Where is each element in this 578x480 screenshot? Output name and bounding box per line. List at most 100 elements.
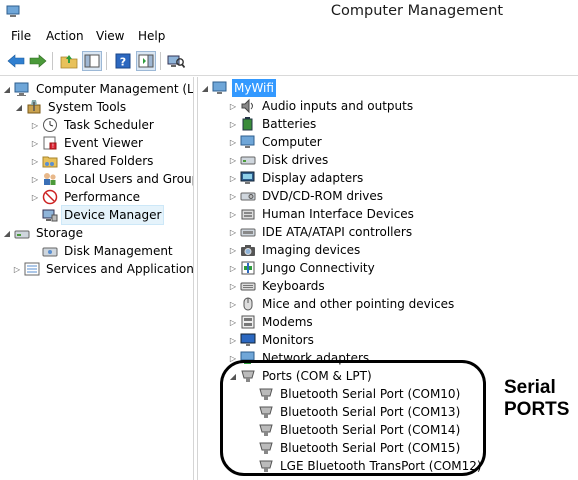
hid-icon [240,206,256,222]
device-category-batteries[interactable]: ▷ Batteries [228,115,318,133]
help-icon[interactable]: ? [113,51,133,71]
device-category-imaging[interactable]: ▷ Imaging devices [228,241,362,259]
device-category-ports[interactable]: ◢ Ports (COM & LPT) [228,367,374,385]
expand-arrow-icon[interactable]: ▷ [228,313,238,331]
device-port-com14[interactable]: Bluetooth Serial Port (COM14) [246,421,462,439]
device-category-computer[interactable]: ▷ Computer [228,133,324,151]
device-tree-root-mywifi[interactable]: ◢ MyWifi [200,79,276,97]
tree-label: Bluetooth Serial Port (COM15) [280,441,461,455]
expand-arrow-icon[interactable]: ▷ [228,223,238,241]
expand-arrow-icon[interactable]: ▷ [228,259,238,277]
device-category-ide-ata[interactable]: ▷ IDE ATA/ATAPI controllers [228,223,414,241]
collapse-arrow-icon[interactable]: ◢ [200,79,210,97]
network-adapter-icon [240,350,256,366]
menu-action[interactable]: Action [46,29,84,43]
device-port-com10[interactable]: Bluetooth Serial Port (COM10) [246,385,462,403]
menu-bar: File Action View Help [0,26,578,46]
menu-file[interactable]: File [11,29,31,43]
expand-arrow-icon[interactable]: ▷ [228,133,238,151]
collapse-arrow-icon[interactable]: ◢ [228,367,238,385]
port-connector-icon [240,368,256,384]
expand-arrow-icon[interactable]: ▷ [228,97,238,115]
event-viewer-icon: ! [42,135,58,151]
tree-label: Audio inputs and outputs [262,99,414,113]
tree-label: Bluetooth Serial Port (COM14) [280,423,461,437]
tree-item-disk-management[interactable]: Disk Management [30,242,175,260]
expand-arrow-icon[interactable]: ▷ [228,115,238,133]
expand-arrow-icon[interactable]: ▷ [228,151,238,169]
expand-arrow-icon[interactable]: ▷ [12,260,22,278]
tree-label: Keyboards [262,279,325,293]
menu-help[interactable]: Help [138,29,165,43]
jungo-connectivity-icon [240,260,256,276]
tree-item-performance[interactable]: ▷ Performance [30,188,142,206]
computer-icon [240,134,256,150]
up-folder-icon[interactable] [59,51,79,71]
device-category-audio[interactable]: ▷ Audio inputs and outputs [228,97,415,115]
expand-arrow-icon[interactable]: ▷ [228,241,238,259]
tree-label: Network adapters [262,351,370,365]
tree-root-computer-management[interactable]: ◢ Computer Management (Local [2,80,193,98]
collapse-arrow-icon[interactable]: ◢ [2,80,12,98]
tree-item-services-applications[interactable]: ▷ Services and Applications [12,260,193,278]
device-category-display-adapters[interactable]: ▷ Display adapters [228,169,365,187]
tree-label: MyWifi [232,79,276,97]
tree-item-device-manager[interactable]: Device Manager [30,205,165,225]
device-category-mice[interactable]: ▷ Mice and other pointing devices [228,295,456,313]
expand-arrow-icon[interactable]: ▷ [30,170,40,188]
back-arrow-icon[interactable] [6,51,26,71]
expand-arrow-icon[interactable]: ▷ [228,277,238,295]
tree-item-event-viewer[interactable]: ▷ ! Event Viewer [30,134,145,152]
tree-label: Disk drives [262,153,329,167]
expand-arrow-icon[interactable]: ▷ [30,188,40,206]
tree-item-local-users-groups[interactable]: ▷ Local Users and Groups [30,170,193,188]
expand-arrow-icon[interactable]: ▷ [30,152,40,170]
tree-item-system-tools[interactable]: ◢ System Tools [14,98,128,116]
performance-icon [42,189,58,205]
forward-arrow-icon[interactable] [28,51,48,71]
expand-arrow-icon[interactable]: ▷ [30,134,40,152]
expand-arrow-icon[interactable]: ▷ [30,116,40,134]
expand-arrow-icon[interactable]: ▷ [228,187,238,205]
scan-hardware-icon[interactable] [166,51,186,71]
show-hide-tree-icon[interactable] [82,51,102,71]
tree-label: Bluetooth Serial Port (COM13) [280,405,461,419]
tree-label: IDE ATA/ATAPI controllers [262,225,413,239]
device-category-keyboards[interactable]: ▷ Keyboards [228,277,327,295]
tree-item-shared-folders[interactable]: ▷ Shared Folders [30,152,155,170]
device-category-modems[interactable]: ▷ Modems [228,313,315,331]
expand-arrow-icon[interactable]: ▷ [228,349,238,367]
tree-label: Display adapters [262,171,364,185]
annotation-line-2: PORTS [504,399,570,420]
expand-arrow-icon[interactable]: ▷ [228,331,238,349]
device-category-dvd-cdrom[interactable]: ▷ DVD/CD-ROM drives [228,187,385,205]
tree-label: System Tools [48,100,127,114]
device-category-network-adapters[interactable]: ▷ Network adapters [228,349,371,367]
menu-view[interactable]: View [96,29,124,43]
port-connector-icon [258,458,274,474]
device-port-com15[interactable]: Bluetooth Serial Port (COM15) [246,439,462,457]
expand-arrow-icon[interactable]: ▷ [228,169,238,187]
tree-item-storage[interactable]: ◢ Storage [2,224,85,242]
disk-management-icon [42,243,58,259]
device-port-com12[interactable]: LGE Bluetooth TransPort (COM12) [246,457,484,475]
camera-icon [240,242,256,258]
battery-icon [240,116,256,132]
keyboard-icon [240,278,256,294]
collapse-arrow-icon[interactable]: ◢ [2,224,12,242]
device-category-disk-drives[interactable]: ▷ Disk drives [228,151,330,169]
expand-arrow-icon[interactable]: ▷ [228,205,238,223]
expand-arrow-icon[interactable]: ▷ [228,295,238,313]
device-port-com13[interactable]: Bluetooth Serial Port (COM13) [246,403,462,421]
device-category-monitors[interactable]: ▷ Monitors [228,331,316,349]
device-category-hid[interactable]: ▷ Human Interface Devices [228,205,416,223]
collapse-arrow-icon[interactable]: ◢ [14,98,24,116]
properties-icon[interactable] [136,51,156,71]
port-connector-icon [258,422,274,438]
device-category-jungo[interactable]: ▷ Jungo Connectivity [228,259,377,277]
port-connector-icon [258,440,274,456]
computer-icon [212,80,228,96]
tree-label: Performance [64,190,141,204]
tree-item-task-scheduler[interactable]: ▷ Task Scheduler [30,116,156,134]
tree-label: Shared Folders [64,154,154,168]
